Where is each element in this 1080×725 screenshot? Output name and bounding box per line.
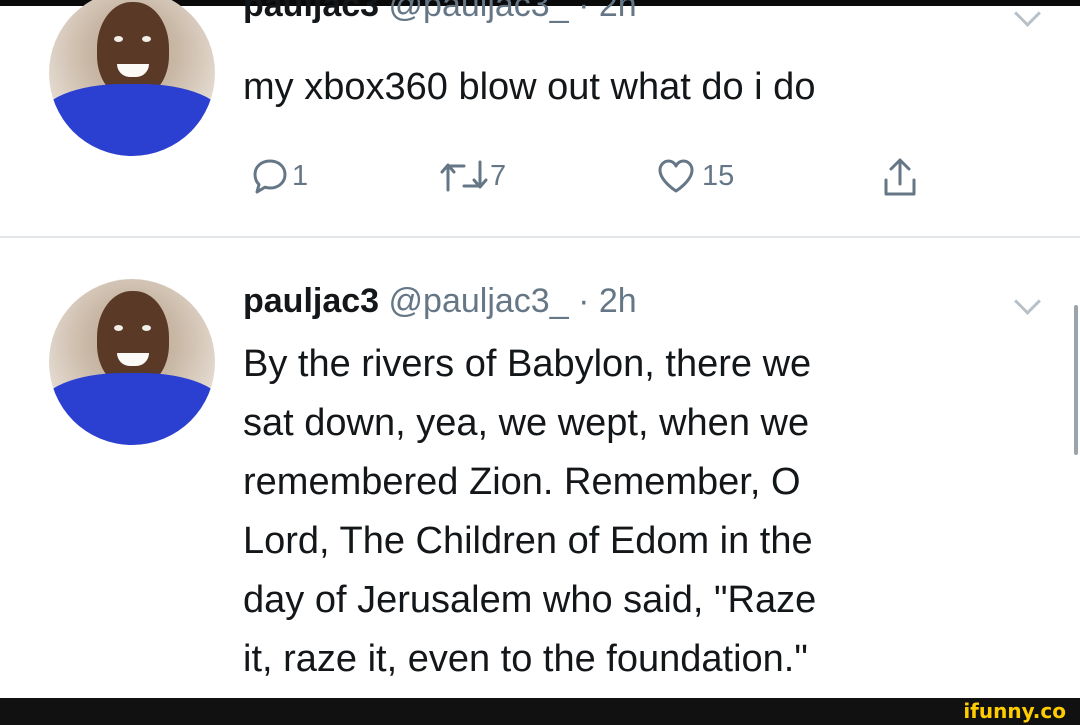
reply-button[interactable]: 1 <box>250 156 308 196</box>
avatar-eye <box>114 36 123 42</box>
retweet-button[interactable]: 7 <box>438 156 506 196</box>
avatar-mouth <box>117 353 149 366</box>
reply-count: 1 <box>292 159 309 192</box>
share-icon <box>880 156 920 198</box>
avatar-eye <box>142 325 151 331</box>
tweet-text-line: Lord, The Children of Edom in the <box>243 520 813 562</box>
tweet-header: pauljac3 @pauljac3_ · 2h <box>243 0 637 25</box>
avatar[interactable] <box>49 0 215 156</box>
tweet-text-line: day of Jerusalem who said, "Raze <box>243 579 817 621</box>
avatar[interactable] <box>49 279 215 445</box>
handle[interactable]: @pauljac3_ <box>389 0 569 24</box>
tweet-text-line: it, raze it, even to the foundation." <box>243 638 808 680</box>
watermark-bar: ifunny.co <box>0 698 1080 725</box>
tweet-text: By the rivers of Babylon, there we sat d… <box>243 335 816 689</box>
chevron-down-icon[interactable] <box>1014 288 1041 315</box>
avatar-shirt <box>49 84 215 156</box>
display-name[interactable]: pauljac3 <box>243 282 379 320</box>
tweet-text: my xbox360 blow out what do i do <box>243 66 816 108</box>
tweet-text-line: By the rivers of Babylon, there we <box>243 343 812 385</box>
retweet-count: 7 <box>490 159 507 192</box>
like-button[interactable]: 15 <box>656 156 734 196</box>
tweet-text-line: sat down, yea, we wept, when we <box>243 402 810 444</box>
like-count: 15 <box>702 159 735 192</box>
scrollbar-thumb[interactable] <box>1074 305 1078 455</box>
share-button[interactable] <box>880 156 920 198</box>
display-name[interactable]: pauljac3 <box>243 0 379 24</box>
tweet-actions: 1 7 15 <box>250 156 990 200</box>
reply-icon <box>250 156 290 196</box>
tweet-text-line: remembered Zion. Remember, O <box>243 461 801 503</box>
ifunny-watermark: ifunny.co <box>963 699 1066 723</box>
timestamp[interactable]: · 2h <box>578 282 637 320</box>
retweet-icon <box>438 156 490 196</box>
like-icon <box>656 156 696 196</box>
tweet-1[interactable]: pauljac3 @pauljac3_ · 2h my xbox360 blow… <box>0 0 1080 236</box>
avatar-eye <box>142 36 151 42</box>
timestamp[interactable]: · 2h <box>578 0 637 24</box>
avatar-mouth <box>117 64 149 77</box>
avatar-shirt <box>49 373 215 445</box>
tweet-2[interactable]: pauljac3 @pauljac3_ · 2h By the rivers o… <box>0 238 1080 698</box>
tweet-header: pauljac3 @pauljac3_ · 2h <box>243 282 637 321</box>
avatar-eye <box>114 325 123 331</box>
handle[interactable]: @pauljac3_ <box>389 282 569 320</box>
